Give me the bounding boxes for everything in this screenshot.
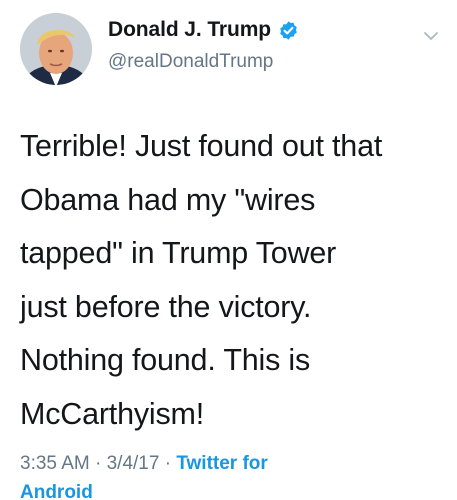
tweet-text-line: just before the victory. [20, 289, 312, 324]
tweet-text-line: McCarthyism! [20, 396, 204, 431]
display-name[interactable]: Donald J. Trump [108, 18, 271, 42]
avatar[interactable] [20, 13, 92, 85]
user-handle[interactable]: @realDonaldTrump [108, 51, 273, 73]
profile-photo-icon [20, 13, 92, 85]
tweet-text-line: Terrible! Just found out that [20, 129, 383, 163]
tweet-text: Terrible! Just found out that Obama had … [20, 120, 450, 441]
tweet-card: Donald J. Trump @realDonaldTrump Terribl… [0, 0, 457, 500]
meta-separator: · [159, 453, 177, 474]
meta-separator: · [89, 453, 107, 474]
tweet-date[interactable]: 3/4/17 [107, 453, 160, 474]
verified-badge-icon [280, 20, 297, 40]
tweet-text-line: Obama had my "wires [20, 182, 316, 217]
tweet-text-line: Nothing found. This is [20, 343, 311, 377]
tweet-source-link-cont[interactable]: Android [20, 482, 93, 500]
tweet-text-line: tapped" in Trump Tower [20, 236, 337, 270]
tweet-metadata: 3:35 AM · 3/4/17 · Twitter for Android [20, 449, 440, 500]
name-row: Donald J. Trump [108, 18, 299, 42]
tweet-time[interactable]: 3:35 AM [20, 453, 90, 474]
chevron-down-icon[interactable] [423, 28, 439, 44]
tweet-source-link[interactable]: Twitter for [176, 453, 267, 474]
